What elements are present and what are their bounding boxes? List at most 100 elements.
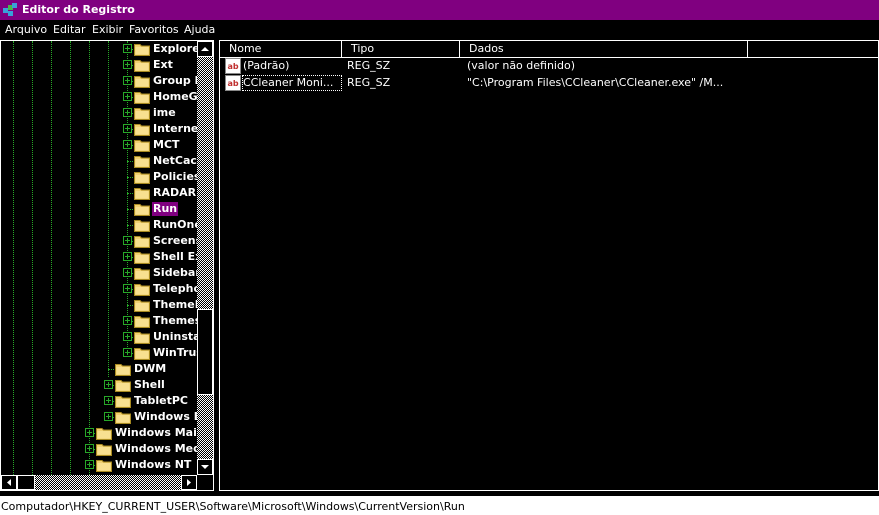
tree-item-screensavers[interactable]: Screensavers (1, 233, 197, 249)
tree-item-windows-error-reporting[interactable]: Windows Error Reporting (1, 409, 197, 425)
scroll-left-button[interactable] (1, 475, 17, 490)
menu-exibir[interactable]: Exibir (92, 23, 123, 36)
value-data: (valor não definido) (467, 59, 575, 72)
folder-icon (134, 138, 150, 152)
expand-icon[interactable] (123, 108, 132, 117)
tree-item-label: Ext (153, 58, 173, 71)
tree-item-label: Group Policy (153, 74, 197, 87)
expand-icon[interactable] (104, 396, 113, 405)
folder-icon (134, 90, 150, 104)
horizontal-scroll-thumb[interactable] (17, 475, 35, 490)
expand-icon[interactable] (123, 140, 132, 149)
registry-editor-icon (3, 3, 17, 16)
column-header-type[interactable]: Tipo (342, 41, 460, 58)
tree-item-ime[interactable]: ime (1, 105, 197, 121)
folder-icon (134, 218, 150, 232)
registry-values-list[interactable]: Nome Tipo Dados ab (Padrão) REG_SZ (valo… (219, 40, 879, 491)
folder-icon (134, 154, 150, 168)
expand-icon[interactable] (123, 44, 132, 53)
tree-horizontal-scrollbar[interactable] (1, 475, 197, 490)
menu-arquivo[interactable]: Arquivo (5, 23, 47, 36)
expand-icon[interactable] (123, 236, 132, 245)
folder-icon (134, 58, 150, 72)
menu-editar[interactable]: Editar (53, 23, 86, 36)
tree-item-label: Screensavers (153, 234, 197, 247)
tree-item-radar[interactable]: RADAR (1, 185, 197, 201)
scroll-up-button[interactable] (197, 41, 213, 57)
expand-icon[interactable] (123, 332, 132, 341)
tree-item-runonce[interactable]: RunOnce (1, 217, 197, 233)
folder-icon (115, 362, 131, 376)
column-header-data[interactable]: Dados (460, 41, 748, 58)
tree-item-shell[interactable]: Shell (1, 377, 197, 393)
menu-favoritos[interactable]: Favoritos (129, 23, 179, 36)
tree-item-windows-media[interactable]: Windows Media (1, 441, 197, 457)
tree-item-group-policy[interactable]: Group Policy (1, 73, 197, 89)
expand-icon[interactable] (85, 444, 94, 453)
folder-icon (134, 298, 150, 312)
vertical-scroll-thumb[interactable] (197, 309, 213, 395)
scroll-corner (197, 475, 213, 490)
tree-item-run[interactable]: Run (1, 201, 197, 217)
expand-icon[interactable] (104, 380, 113, 389)
tree-item-tabletpc[interactable]: TabletPC (1, 393, 197, 409)
tree-item-homegroup[interactable]: HomeGroup (1, 89, 197, 105)
registry-key-tree[interactable]: Explorer Ext Group Policy HomeGroup ime Inter… (0, 40, 214, 491)
tree-item-label: Shell (134, 378, 165, 391)
tree-vertical-scrollbar[interactable] (197, 41, 213, 475)
title-bar[interactable]: Editor do Registro (0, 0, 879, 20)
expand-icon[interactable] (123, 268, 132, 277)
folder-icon (134, 282, 150, 296)
folder-icon (134, 234, 150, 248)
tree-item-wintrust[interactable]: WinTrust (1, 345, 197, 361)
expand-icon[interactable] (123, 60, 132, 69)
tree-item-mct[interactable]: MCT (1, 137, 197, 153)
tree-item-telephony[interactable]: Telephony (1, 281, 197, 297)
scroll-down-button[interactable] (197, 459, 213, 475)
expand-icon[interactable] (123, 124, 132, 133)
tree-item-policies[interactable]: Policies (1, 169, 197, 185)
expand-icon[interactable] (85, 428, 94, 437)
expand-icon[interactable] (123, 252, 132, 261)
column-header-filler (748, 41, 878, 58)
folder-icon (115, 378, 131, 392)
tree-item-label: Windows Media (115, 442, 197, 455)
expand-icon[interactable] (123, 348, 132, 357)
expand-icon[interactable] (104, 412, 113, 421)
vertical-scroll-track[interactable] (197, 57, 213, 459)
tree-item-label: DWM (134, 362, 167, 375)
status-bar: Computador\HKEY_CURRENT_USER\Software\Mi… (0, 495, 879, 515)
tree-item-label: Explorer (153, 42, 197, 55)
tree-item-themes[interactable]: Themes (1, 313, 197, 329)
column-header-name[interactable]: Nome (220, 41, 342, 58)
tree-item-windows-nt[interactable]: Windows NT (1, 457, 197, 473)
tree-item-windows-mail[interactable]: Windows Mail (1, 425, 197, 441)
expand-icon[interactable] (123, 76, 132, 85)
expand-icon[interactable] (85, 460, 94, 469)
horizontal-scroll-track[interactable] (17, 475, 181, 490)
tree-item-internet-settings[interactable]: Internet Settings (1, 121, 197, 137)
tree-item-uninstall[interactable]: Uninstall (1, 329, 197, 345)
expand-icon[interactable] (123, 316, 132, 325)
folder-icon (134, 106, 150, 120)
expand-icon[interactable] (123, 92, 132, 101)
tree-item-dwm[interactable]: DWM (1, 361, 197, 377)
value-name: CCleaner Moni... (242, 75, 342, 91)
tree-item-label: Windows Error Reporting (134, 410, 197, 423)
scroll-right-button[interactable] (181, 475, 197, 490)
tree-item-label: ThemeManager (153, 298, 197, 311)
tree-item-label: ime (153, 106, 176, 119)
tree-item-explorer[interactable]: Explorer (1, 41, 197, 57)
tree-item-label: TabletPC (134, 394, 189, 407)
tree-item-ext[interactable]: Ext (1, 57, 197, 73)
expand-icon[interactable] (123, 284, 132, 293)
menu-ajuda[interactable]: Ajuda (184, 23, 215, 36)
tree-item-netcache[interactable]: NetCache (1, 153, 197, 169)
folder-icon (96, 458, 112, 472)
tree-item-thememanager[interactable]: ThemeManager (1, 297, 197, 313)
tree-item-shell-extensions[interactable]: Shell Extensions (1, 249, 197, 265)
tree-item-label: Uninstall (153, 330, 197, 343)
tree-item-sidebar[interactable]: Sidebar (1, 265, 197, 281)
value-type: REG_SZ (347, 59, 391, 72)
folder-icon (134, 122, 150, 136)
